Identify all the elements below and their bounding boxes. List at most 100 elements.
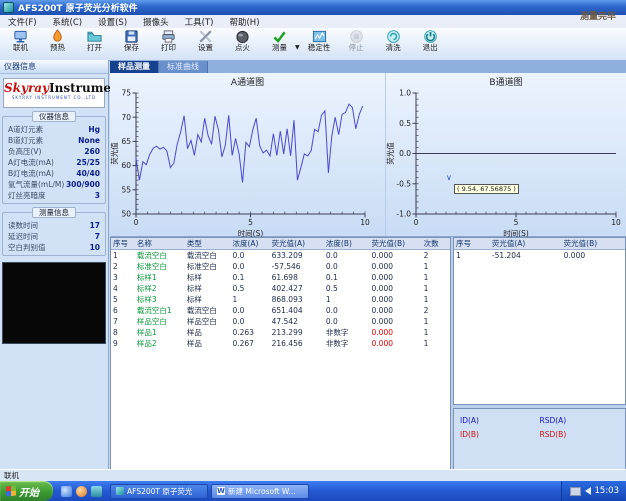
column-header[interactable]: 类型 [185,238,231,250]
info-row: 读数时间17 [3,220,105,231]
charts-panel: A通道图 5055606570750510时间(S)荧光值 B通道图 1.00.… [110,73,626,237]
info-row: 空白判别值10 [3,242,105,253]
title-bar[interactable]: AFS200T 原子荧光分析软件 [0,0,626,15]
column-header[interactable]: 荧光值(A) [270,238,324,250]
print-button[interactable]: 打印 [150,28,187,59]
channel-a-plot[interactable]: 5055606570750510时间(S)荧光值 [110,88,385,238]
open-icon [87,29,102,44]
sidebar-caption: 仪器信息 [0,60,108,74]
instrument-info-group: 仪器信息 A道灯元素HgB道灯元素None负高压(V)260A灯电流(mA)25… [2,116,106,204]
menu-item[interactable]: 工具(T) [177,16,222,28]
stability-button[interactable]: 稳定性 [301,28,338,59]
column-header[interactable]: 序号 [454,238,490,250]
quicklaunch-browser-icon[interactable] [61,486,72,497]
connect-button[interactable]: 联机 [2,28,39,59]
column-header[interactable]: 浓度(B) [324,238,370,250]
clock: 15:03 [595,486,620,496]
measure-button[interactable]: 测量 [261,28,298,59]
toolbar-button-label: 保存 [124,44,139,52]
volume-icon[interactable] [585,487,591,495]
stability-icon [312,29,327,44]
table-row[interactable]: 3标样1标样0.161.6980.10.0001 [111,272,450,283]
svg-text:50: 50 [121,210,131,219]
open-button[interactable]: 打开 [76,28,113,59]
table-row[interactable]: 8样品1样品0.263213.299非数字0.0001 [111,327,450,338]
svg-text:5: 5 [514,218,519,227]
table-row[interactable]: 4标样2标样0.5402.4270.50.0001 [111,283,450,294]
toolbar-button-label: 打开 [87,44,102,52]
id-b-label: ID(B) [460,428,540,442]
channel-a-chart: A通道图 5055606570750510时间(S)荧光值 [110,73,385,236]
save-button[interactable]: 保存 [113,28,150,59]
measure-dropdown-icon[interactable]: ▼ [295,44,300,51]
ignite-button[interactable]: 点火 [224,28,261,59]
ignite-icon [235,29,250,44]
quicklaunch-folder-icon[interactable] [91,486,102,497]
svg-text:55: 55 [121,185,131,194]
taskbar-task-button[interactable]: AFS200T 原子荧光 [110,484,208,499]
rsd-a-label: RSD(A) [540,414,620,428]
settings-button[interactable]: 设置 [187,28,224,59]
start-button[interactable]: 开始 [0,481,53,501]
svg-text:荧光值: 荧光值 [386,142,395,165]
channel-b-chart-title: B通道图 [386,73,626,88]
table-row[interactable]: 6载流空白1载流空白0.0651.4040.00.0002 [111,305,450,316]
sample-table[interactable]: 序号名称类型浓度(A)荧光值(A)浓度(B)荧光值(B)次数 1载流空白载流空白… [111,238,450,349]
menu-item[interactable]: 帮助(H) [221,16,267,28]
info-row: 负高压(V)260 [3,146,105,157]
toolbar-button-label: 打印 [161,44,176,52]
cursor-marker-icon: ∨ [446,173,452,182]
camera-view[interactable] [2,262,106,344]
info-row: 氩气流量(mL/M)300/900 [3,179,105,190]
toolbar-button-label: 设置 [198,44,213,52]
print-icon [161,29,176,44]
status-bar: 联机 [0,469,626,481]
svg-text:75: 75 [121,89,131,98]
clean-button[interactable]: 清洗 [375,28,412,59]
table-row[interactable]: 9样品2样品0.267216.456非数字0.0001 [111,338,450,349]
table-row[interactable]: 5标样3标样1868.09310.0001 [111,294,450,305]
toolbar-button-label: 退出 [423,44,438,52]
app-window: AFS200T 原子荧光分析软件 文件(F)系统(C)设置(S)摄像头工具(T)… [0,0,626,501]
brand-name-red: Skyray [4,81,49,95]
taskbar-task-button[interactable]: W新建 Microsoft W... [211,484,309,499]
column-header[interactable]: 荧光值(B) [370,238,422,250]
channel-a-chart-title: A通道图 [110,73,385,88]
results-area: 序号名称类型浓度(A)荧光值(A)浓度(B)荧光值(B)次数 1载流空白载流空白… [110,237,626,470]
preheat-button[interactable]: 预热 [39,28,76,59]
tab-sample-measure[interactable]: 样品测量 [110,61,159,73]
svg-text:60: 60 [121,161,131,170]
column-header[interactable]: 序号 [111,238,135,250]
column-header[interactable]: 浓度(A) [230,238,269,250]
table-row[interactable]: 1载流空白载流空白0.0633.2090.00.0002 [111,250,450,262]
table-row[interactable]: 7样品空白样品空白0.047.5420.00.0001 [111,316,450,327]
taskbar: 开始 AFS200T 原子荧光W新建 Microsoft W... 15:03 [0,481,626,501]
tray-device-icon[interactable] [570,487,581,496]
tab-bar: 样品测量标准曲线 [110,60,626,73]
repeat-table[interactable]: 序号荧光值(A)荧光值(B) 1-51.2040.000 [454,238,625,261]
svg-text:0.0: 0.0 [399,149,411,158]
channel-b-plot[interactable]: 1.00.50.0-0.5-1.00510时间(S)荧光值 [386,88,626,238]
measure-info-group: 测量信息 读数时间17延迟时间7空白判别值10 [2,212,106,256]
word-doc-icon: W [217,487,225,495]
column-header[interactable]: 荧光值(B) [562,238,625,250]
tab-standard-curve[interactable]: 标准曲线 [159,61,208,73]
menu-bar: 文件(F)系统(C)设置(S)摄像头工具(T)帮助(H) [0,15,626,29]
exit-button[interactable]: 退出 [412,28,449,59]
afs-app-icon [116,487,124,495]
menu-item[interactable]: 系统(C) [45,16,91,28]
toolbar-button-label: 清洗 [386,44,401,52]
column-header[interactable]: 名称 [135,238,185,250]
menu-item[interactable]: 设置(S) [90,16,135,28]
info-row: 灯丝亮暗度3 [3,190,105,201]
menu-item[interactable]: 文件(F) [0,16,45,28]
sample-table-wrap: 序号名称类型浓度(A)荧光值(A)浓度(B)荧光值(B)次数 1载流空白载流空白… [110,237,451,470]
quicklaunch-app-icon[interactable] [76,486,87,497]
table-row[interactable]: 2标准空白标准空白0.0-57.5460.00.0001 [111,261,450,272]
menu-item[interactable]: 摄像头 [135,16,177,28]
column-header[interactable]: 次数 [422,238,450,250]
info-row: B灯电流(mA)40/40 [3,168,105,179]
table-row[interactable]: 1-51.2040.000 [454,250,625,262]
svg-text:10: 10 [360,218,370,227]
column-header[interactable]: 荧光值(A) [490,238,562,250]
